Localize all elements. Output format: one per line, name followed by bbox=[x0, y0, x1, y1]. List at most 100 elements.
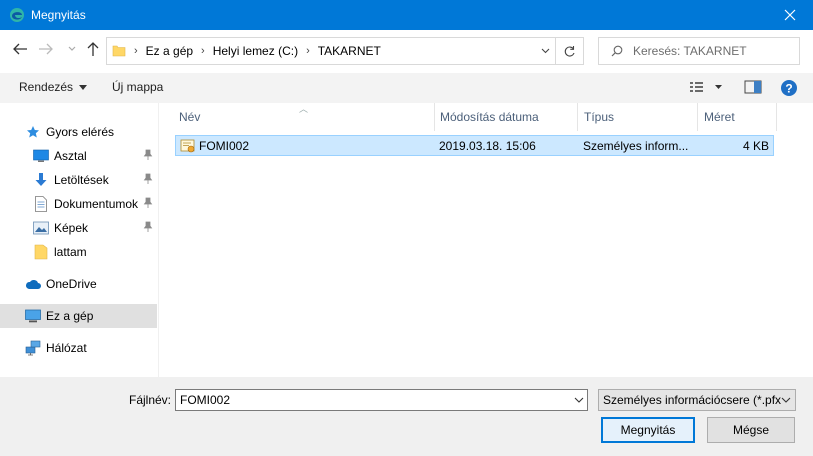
cancel-button[interactable]: Mégse bbox=[707, 417, 795, 443]
sidebar-item-this-pc[interactable]: Ez a gép bbox=[0, 304, 157, 328]
sort-ascending-icon: ︿ bbox=[299, 104, 309, 114]
arrow-up-icon bbox=[87, 42, 99, 56]
forward-button[interactable] bbox=[37, 40, 55, 58]
breadcrumb-local-disk[interactable]: Helyi lemez (C:) bbox=[213, 44, 298, 58]
preview-pane-icon bbox=[744, 80, 762, 94]
filetype-select[interactable]: Személyes információcsere (*.pfx bbox=[598, 389, 796, 411]
computer-icon bbox=[25, 308, 41, 324]
search-placeholder: Keresés: TAKARNET bbox=[633, 44, 747, 58]
address-bar[interactable]: › Ez a gép › Helyi lemez (C:) › TAKARNET bbox=[106, 37, 584, 65]
star-icon bbox=[25, 124, 41, 140]
sidebar-item-desktop[interactable]: Asztal bbox=[0, 144, 157, 168]
file-size: 4 KB bbox=[742, 139, 769, 153]
chevron-down-icon bbox=[541, 48, 549, 54]
cancel-button-label: Mégse bbox=[732, 423, 770, 437]
filename-value: FOMI002 bbox=[180, 393, 231, 407]
back-button[interactable] bbox=[11, 40, 29, 58]
organize-button[interactable]: Rendezés bbox=[19, 80, 88, 94]
new-folder-label: Új mappa bbox=[112, 80, 164, 94]
close-button[interactable] bbox=[767, 0, 813, 30]
sidebar-item-network[interactable]: Hálózat bbox=[0, 336, 157, 360]
column-header-size[interactable]: Méret bbox=[704, 103, 735, 131]
column-header-label: Módosítás dátuma bbox=[440, 110, 539, 124]
preview-pane-button[interactable] bbox=[744, 79, 762, 98]
breadcrumb-separator: › bbox=[306, 45, 310, 57]
sidebar-item-label: lattam bbox=[54, 245, 87, 259]
sidebar-item-documents[interactable]: Dokumentumok bbox=[0, 192, 157, 216]
file-type: Személyes inform... bbox=[583, 139, 689, 153]
breadcrumb-takarnet[interactable]: TAKARNET bbox=[318, 44, 381, 58]
sidebar-item-label: Hálózat bbox=[46, 341, 87, 355]
help-icon: ? bbox=[781, 80, 797, 96]
file-name: FOMI002 bbox=[199, 139, 250, 153]
column-header-label: Név bbox=[179, 110, 201, 124]
chevron-down-icon bbox=[781, 394, 791, 408]
view-options-button[interactable] bbox=[689, 79, 723, 98]
filetype-value: Személyes információcsere (*.pfx bbox=[603, 393, 782, 407]
column-header-type[interactable]: Típus bbox=[584, 103, 614, 131]
network-icon bbox=[25, 340, 41, 356]
table-row[interactable]: FOMI002 2019.03.18. 15:06 Személyes info… bbox=[175, 135, 774, 156]
breadcrumb-this-pc[interactable]: Ez a gép bbox=[146, 44, 193, 58]
pin-icon bbox=[143, 149, 153, 164]
close-icon bbox=[784, 9, 796, 21]
search-icon bbox=[611, 45, 623, 57]
recent-locations-button[interactable] bbox=[63, 40, 81, 58]
sidebar-item-quick-access[interactable]: Gyors elérés bbox=[0, 120, 157, 144]
cloud-icon bbox=[25, 276, 41, 292]
command-toolbar: Rendezés Új mappa ? bbox=[0, 73, 813, 103]
sidebar-item-label: Dokumentumok bbox=[54, 197, 139, 211]
up-button[interactable] bbox=[84, 40, 102, 58]
navigation-pane: Gyors elérés Asztal Letöltések Dokumentu… bbox=[0, 103, 158, 377]
chevron-down-icon bbox=[68, 46, 76, 51]
caret-down-icon bbox=[79, 84, 88, 90]
column-header-modified[interactable]: Módosítás dátuma bbox=[440, 103, 539, 131]
column-divider[interactable] bbox=[434, 103, 435, 131]
file-modified: 2019.03.18. 15:06 bbox=[439, 139, 536, 153]
address-dropdown-button[interactable] bbox=[535, 38, 555, 64]
navigation-bar: › Ez a gép › Helyi lemez (C:) › TAKARNET… bbox=[0, 30, 813, 73]
filename-field[interactable]: FOMI002 bbox=[175, 389, 588, 411]
sidebar-item-lattam[interactable]: lattam bbox=[0, 240, 157, 264]
refresh-button[interactable] bbox=[555, 38, 583, 64]
sidebar-item-label: Ez a gép bbox=[46, 309, 94, 323]
edge-icon bbox=[10, 8, 24, 22]
sidebar-item-pictures[interactable]: Képek bbox=[0, 216, 157, 240]
column-divider[interactable] bbox=[577, 103, 578, 131]
filename-label: Fájlnév: bbox=[129, 393, 172, 407]
arrow-right-icon bbox=[39, 43, 53, 55]
desktop-icon bbox=[33, 148, 49, 164]
title-bar: Megnyitás bbox=[0, 0, 813, 30]
window-title: Megnyitás bbox=[31, 8, 86, 22]
help-button[interactable]: ? bbox=[780, 79, 798, 100]
pin-icon bbox=[143, 221, 153, 236]
sidebar-item-label: Asztal bbox=[54, 149, 87, 163]
sidebar-item-onedrive[interactable]: OneDrive bbox=[0, 272, 157, 296]
view-list-icon bbox=[690, 82, 722, 92]
open-button-label: Megnyitás bbox=[620, 423, 676, 437]
pictures-icon bbox=[33, 220, 49, 236]
chevron-down-icon[interactable] bbox=[574, 394, 584, 408]
column-header-label: Méret bbox=[704, 110, 735, 124]
arrow-left-icon bbox=[13, 43, 27, 55]
svg-text:?: ? bbox=[785, 82, 792, 96]
search-input[interactable]: Keresés: TAKARNET bbox=[598, 37, 800, 65]
new-folder-button[interactable]: Új mappa bbox=[112, 80, 163, 94]
column-divider[interactable] bbox=[697, 103, 698, 131]
breadcrumb-separator: › bbox=[201, 45, 205, 57]
open-button[interactable]: Megnyitás bbox=[601, 417, 695, 443]
folder-icon bbox=[112, 45, 126, 57]
dialog-footer: Fájlnév: FOMI002 Személyes információcse… bbox=[0, 377, 813, 456]
sidebar-item-downloads[interactable]: Letöltések bbox=[0, 168, 157, 192]
column-header-label: Típus bbox=[584, 110, 615, 124]
download-icon bbox=[33, 172, 49, 188]
certificate-file-icon bbox=[180, 138, 196, 157]
pin-icon bbox=[143, 197, 153, 212]
sidebar-item-label: Gyors elérés bbox=[46, 125, 115, 139]
document-icon bbox=[33, 196, 49, 212]
sidebar-item-label: Képek bbox=[54, 221, 89, 235]
sidebar-item-label: OneDrive bbox=[46, 277, 97, 291]
sidebar-item-label: Letöltések bbox=[54, 173, 109, 187]
column-divider[interactable] bbox=[776, 103, 777, 131]
column-header-name[interactable]: Név bbox=[179, 103, 200, 131]
